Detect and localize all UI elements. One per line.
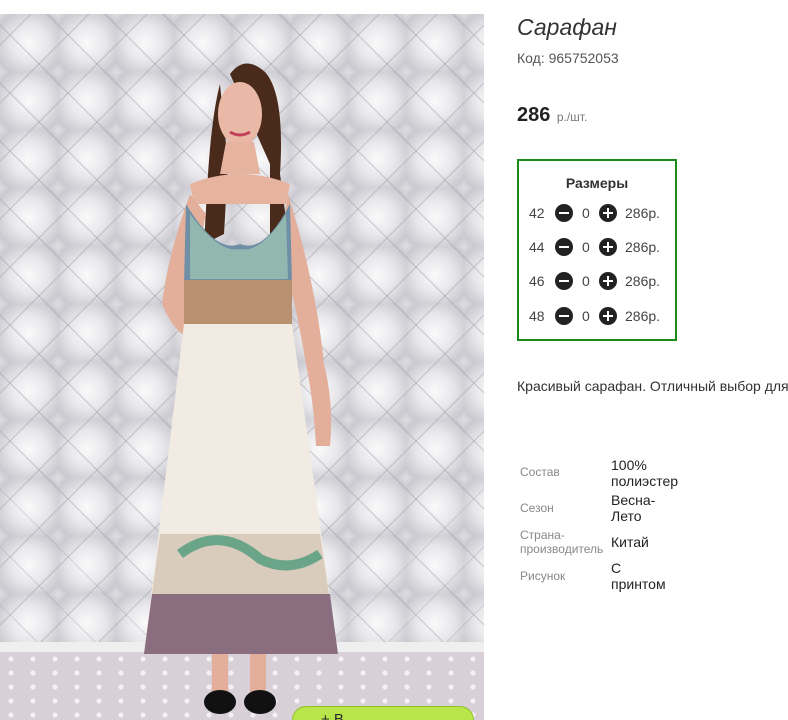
property-value-line: С <box>611 560 622 576</box>
decrease-quantity-button[interactable] <box>555 307 573 325</box>
property-value-line: Весна- <box>611 492 656 508</box>
property-value: Китай <box>611 534 691 550</box>
size-row: 48 0 286р. <box>529 306 669 326</box>
price-unit: р./шт. <box>556 110 588 124</box>
product-description: Красивый сарафан. Отличный выбор для <box>517 378 788 394</box>
quantity-value: 0 <box>582 205 590 221</box>
size-price: 286р. <box>625 308 661 324</box>
size-row: 46 0 286р. <box>529 271 669 291</box>
decrease-quantity-button[interactable] <box>555 272 573 290</box>
size-price: 286р. <box>625 273 661 289</box>
increase-quantity-button[interactable] <box>599 204 617 222</box>
size-label: 42 <box>529 205 545 221</box>
increase-quantity-button[interactable] <box>599 272 617 290</box>
property-label-line: Страна- <box>520 528 565 542</box>
increase-quantity-button[interactable] <box>599 238 617 256</box>
product-title: Сарафан <box>517 14 617 40</box>
property-value-line: Китай <box>611 534 649 550</box>
size-label: 46 <box>529 273 545 289</box>
size-row: 42 0 286р. <box>529 203 669 223</box>
decrease-quantity-button[interactable] <box>555 238 573 256</box>
size-label: 48 <box>529 308 545 324</box>
quantity-value: 0 <box>582 273 590 289</box>
property-label: Сезон <box>520 501 554 515</box>
decrease-quantity-button[interactable] <box>555 204 573 222</box>
sizes-box: Размеры 42 0 286р. 44 0 286р. 46 0 286р.… <box>517 159 677 341</box>
property-value: Весна- Лето <box>611 492 691 524</box>
property-value: С принтом <box>611 560 691 592</box>
property-value-line: полиэстер <box>611 473 679 489</box>
property-label: Рисунок <box>520 569 566 583</box>
property-value-line: 100% <box>611 457 647 473</box>
property-value-line: Лето <box>611 508 642 524</box>
model-figure <box>144 63 338 714</box>
price-value: 286 <box>517 104 551 126</box>
size-price: 286р. <box>625 239 661 255</box>
product-code-value: 965752053 <box>548 50 619 66</box>
quantity-value: 0 <box>582 308 590 324</box>
increase-quantity-button[interactable] <box>599 307 617 325</box>
size-row: 44 0 286р. <box>529 237 669 257</box>
add-to-cart-button[interactable]: + В... <box>292 706 474 720</box>
property-value: 100% полиэстер <box>611 457 691 489</box>
sizes-title: Размеры <box>565 175 629 191</box>
size-label: 44 <box>529 239 545 255</box>
product-code-label: Код: <box>517 50 545 66</box>
property-label: Состав <box>520 465 560 479</box>
property-value-line: принтом <box>611 576 666 592</box>
product-photo[interactable] <box>0 14 484 720</box>
size-price: 286р. <box>625 205 661 221</box>
product-code: Код: 965752053 <box>517 50 619 66</box>
quantity-value: 0 <box>582 239 590 255</box>
property-label-line: производитель <box>520 542 604 556</box>
product-price: 286 р./шт. <box>517 104 587 127</box>
property-label: Страна- производитель <box>520 528 603 556</box>
